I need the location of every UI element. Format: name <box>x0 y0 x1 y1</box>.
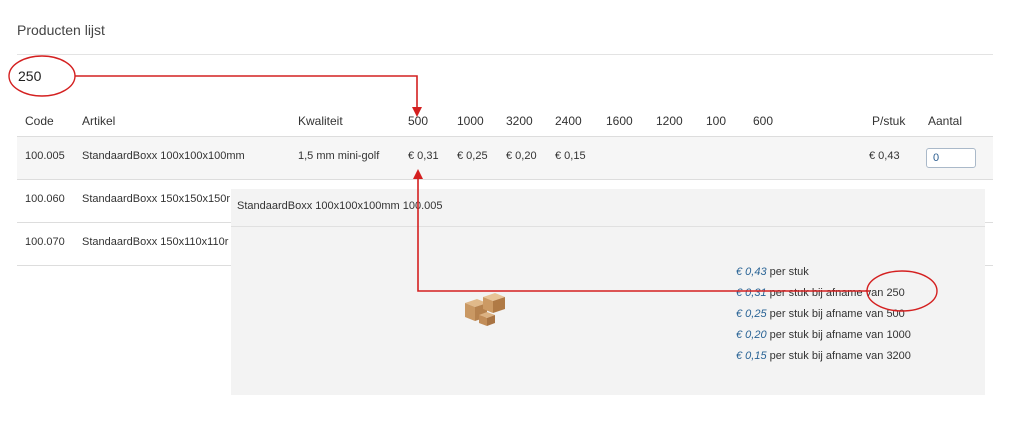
tier-highlight-circle <box>866 270 938 312</box>
quantity-highlight-circle <box>8 55 76 97</box>
quantity-arrow <box>75 75 422 117</box>
tier-arrow <box>413 169 870 292</box>
annotation-overlay <box>8 55 938 312</box>
